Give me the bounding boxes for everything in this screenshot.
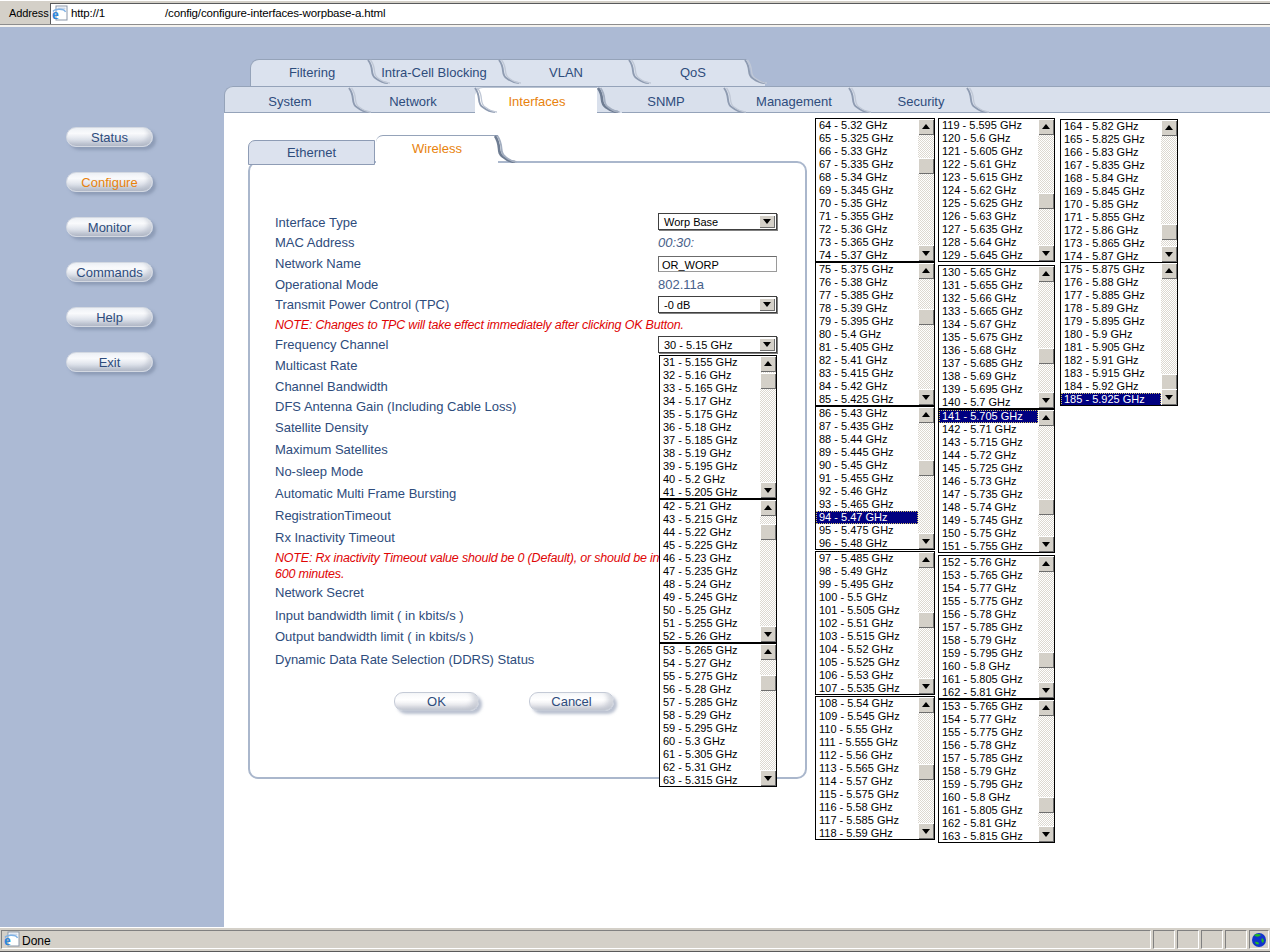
svg-text:e: e [4,932,11,948]
svg-text:e: e [52,6,59,22]
